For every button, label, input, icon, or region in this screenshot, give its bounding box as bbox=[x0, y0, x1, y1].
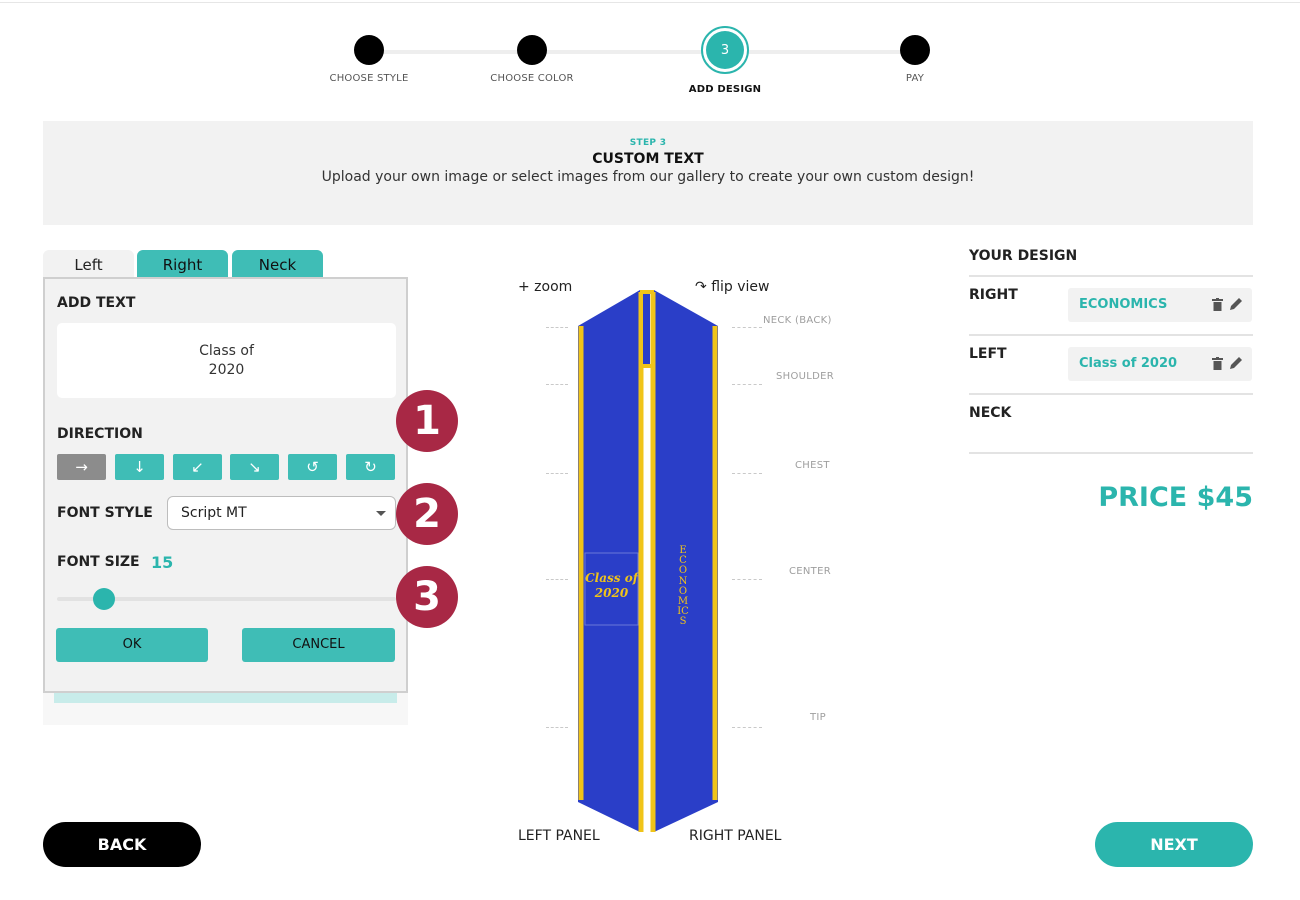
pencil-icon[interactable] bbox=[1229, 356, 1243, 370]
font-size-value: 15 bbox=[151, 553, 174, 572]
price-label: PRICE $45 bbox=[1098, 482, 1253, 513]
design-chip-value: Class of 2020 bbox=[1079, 356, 1178, 371]
guide-left-shoulder bbox=[546, 384, 568, 385]
font-style-value: Script MT bbox=[181, 505, 247, 521]
design-row-key: LEFT bbox=[969, 346, 1007, 362]
add-text-panel: ADD TEXT Class of 2020 DIRECTION → ↓ ↙ ↘… bbox=[43, 277, 408, 693]
stole-graphic bbox=[578, 290, 718, 832]
step-dot bbox=[517, 35, 547, 65]
left-panel-text[interactable]: Class of 2020 bbox=[585, 571, 638, 601]
guide-right-center bbox=[732, 579, 762, 580]
step-add-design[interactable]: 3 ADD DESIGN bbox=[650, 20, 800, 95]
tab-left[interactable]: Left bbox=[43, 250, 134, 278]
font-style-select[interactable]: Script MT bbox=[167, 496, 396, 530]
page-subtitle: Upload your own image or select images f… bbox=[321, 169, 975, 185]
guide-right-tip bbox=[732, 727, 762, 728]
text-line-1: Class of bbox=[199, 343, 254, 359]
design-summary-title: YOUR DESIGN bbox=[969, 248, 1253, 277]
direction-down-left-button[interactable]: ↙ bbox=[173, 454, 222, 480]
text-line-2: 2020 bbox=[208, 362, 245, 378]
guide-left-center bbox=[546, 579, 568, 580]
text-input[interactable]: Class of 2020 bbox=[57, 323, 396, 398]
next-button[interactable]: NEXT bbox=[1095, 822, 1253, 867]
callout-badge-1: 1 bbox=[396, 390, 458, 452]
stole-neck-panel bbox=[643, 294, 650, 364]
page-title: CUSTOM TEXT bbox=[592, 151, 704, 167]
callout-badge-3: 3 bbox=[396, 566, 458, 628]
trash-icon[interactable] bbox=[1212, 298, 1223, 311]
step-label: CHOOSE COLOR bbox=[490, 73, 574, 84]
marker-center: CENTER bbox=[789, 566, 831, 577]
stole-center-gap bbox=[645, 368, 649, 832]
step-label: PAY bbox=[905, 73, 925, 84]
add-text-heading: ADD TEXT bbox=[57, 295, 136, 311]
left-panel-label: LEFT PANEL bbox=[518, 828, 600, 844]
guide-left-chest bbox=[546, 473, 568, 474]
step-active-ring: 3 bbox=[701, 26, 749, 74]
step-choose-style[interactable]: CHOOSE STYLE bbox=[294, 20, 444, 84]
guide-right-shoulder bbox=[732, 384, 762, 385]
stole-left-panel bbox=[578, 290, 640, 832]
design-chip-right: ECONOMICS bbox=[1068, 288, 1252, 322]
guide-right-neck bbox=[732, 327, 762, 328]
direction-heading: DIRECTION bbox=[57, 426, 143, 442]
chevron-down-icon bbox=[376, 511, 386, 516]
design-row-neck: NECK bbox=[969, 395, 1253, 454]
marker-neck-back: NECK (BACK) bbox=[763, 315, 832, 326]
step-dot bbox=[354, 35, 384, 65]
ok-button[interactable]: OK bbox=[56, 628, 208, 662]
back-button[interactable]: BACK bbox=[43, 822, 201, 867]
guide-left-neck bbox=[546, 327, 568, 328]
design-row-key: NECK bbox=[969, 405, 1012, 421]
marker-shoulder: SHOULDER bbox=[776, 371, 834, 382]
step-label: CHOOSE STYLE bbox=[329, 73, 409, 84]
right-panel-text[interactable]: ECONOMICS bbox=[676, 545, 690, 628]
direction-right-button[interactable]: → bbox=[57, 454, 106, 480]
step-label: ADD DESIGN bbox=[688, 84, 762, 95]
design-summary: YOUR DESIGN RIGHT ECONOMICS LEFT Class o… bbox=[969, 248, 1253, 454]
right-panel-label: RIGHT PANEL bbox=[689, 828, 782, 844]
rotate-cw-button[interactable]: ↻ bbox=[346, 454, 395, 480]
zoom-button[interactable]: + zoom bbox=[518, 279, 572, 295]
step-kicker: STEP 3 bbox=[629, 138, 667, 148]
font-size-heading: FONT SIZE bbox=[57, 554, 140, 570]
design-row-left: LEFT Class of 2020 bbox=[969, 336, 1253, 395]
guide-left-tip bbox=[546, 727, 568, 728]
design-chip-left: Class of 2020 bbox=[1068, 347, 1252, 381]
trash-icon[interactable] bbox=[1212, 357, 1223, 370]
design-row-right: RIGHT ECONOMICS bbox=[969, 277, 1253, 336]
step-number: 3 bbox=[706, 31, 744, 69]
step-pay[interactable]: PAY bbox=[840, 20, 990, 84]
step-dot bbox=[900, 35, 930, 65]
marker-tip: TIP bbox=[810, 712, 826, 723]
top-divider bbox=[0, 2, 1300, 3]
callout-badge-2: 2 bbox=[396, 483, 458, 545]
design-row-key: RIGHT bbox=[969, 287, 1018, 303]
marker-chest: CHEST bbox=[795, 460, 830, 471]
progress-stepper: CHOOSE STYLE CHOOSE COLOR 3 ADD DESIGN P… bbox=[300, 20, 1000, 105]
pencil-icon[interactable] bbox=[1229, 297, 1243, 311]
flip-view-label: flip view bbox=[711, 279, 770, 295]
tab-right[interactable]: Right bbox=[137, 250, 228, 278]
stole-preview: + zoom ↷ flip view Class of 2020 ECONOMI… bbox=[500, 270, 840, 850]
step-header: STEP 3 CUSTOM TEXT Upload your own image… bbox=[43, 121, 1253, 225]
direction-down-right-button[interactable]: ↘ bbox=[230, 454, 279, 480]
cancel-button[interactable]: CANCEL bbox=[242, 628, 395, 662]
step-choose-color[interactable]: CHOOSE COLOR bbox=[457, 20, 607, 84]
direction-down-button[interactable]: ↓ bbox=[115, 454, 164, 480]
rotate-ccw-button[interactable]: ↺ bbox=[288, 454, 337, 480]
font-style-heading: FONT STYLE bbox=[57, 505, 153, 521]
tab-neck[interactable]: Neck bbox=[232, 250, 323, 278]
font-size-slider-handle[interactable] bbox=[93, 588, 115, 610]
design-chip-value: ECONOMICS bbox=[1079, 297, 1168, 312]
left-panel-text-line-1: Class of bbox=[585, 571, 638, 585]
left-panel-text-line-2: 2020 bbox=[594, 586, 629, 600]
guide-right-chest bbox=[732, 473, 762, 474]
